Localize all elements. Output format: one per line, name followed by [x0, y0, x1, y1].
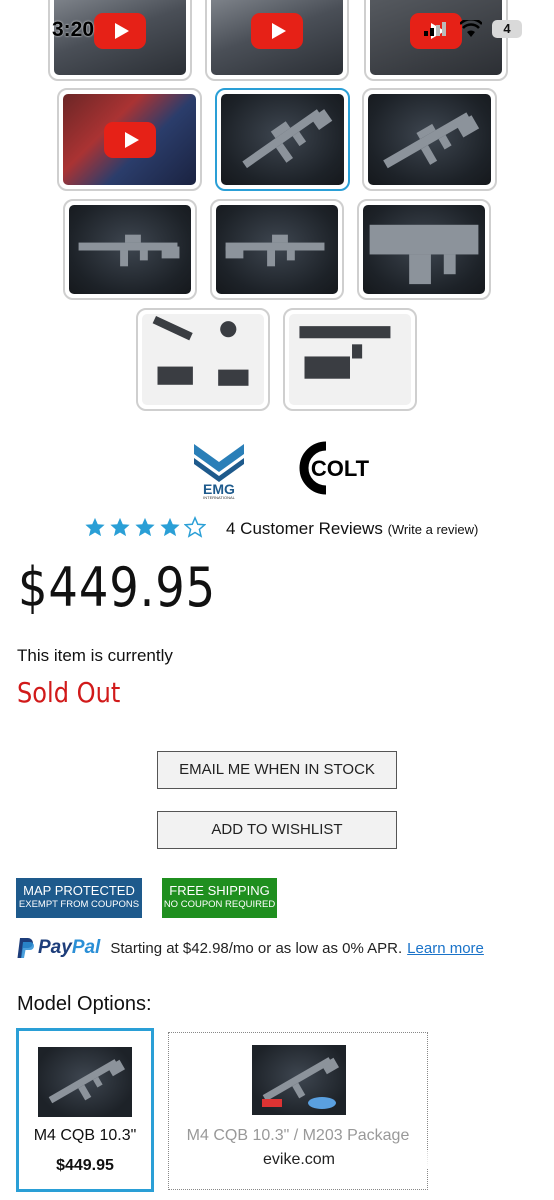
gallery-thumb[interactable] — [210, 199, 344, 300]
cellular-signal-icon — [424, 22, 446, 36]
star-filled-icon — [110, 517, 130, 537]
model-option-name: M4 CQB 10.3" / M203 Package — [186, 1127, 410, 1144]
status-bar: 3:20 4 — [0, 0, 554, 60]
model-option-image — [38, 1047, 132, 1117]
model-option-selected[interactable]: M4 CQB 10.3" $449.95 — [16, 1028, 154, 1192]
star-filled-icon — [160, 517, 180, 537]
star-empty-icon — [184, 516, 206, 538]
availability-status: Sold Out — [17, 676, 121, 709]
reviews-count[interactable]: 4 Customer Reviews — [226, 519, 383, 538]
paypal-terms: Starting at $42.98/mo or as low as 0% AP… — [110, 939, 403, 957]
product-price: $449.95 — [18, 556, 217, 619]
gallery-thumb[interactable] — [362, 88, 497, 191]
paypal-icon — [17, 938, 34, 958]
paypal-learn-more-link[interactable]: Learn more — [407, 940, 484, 957]
reviews-summary[interactable]: 4 Customer Reviews (Write a review) — [226, 519, 478, 539]
free-shipping-badge: FREE SHIPPING NO COUPON REQUIRED — [162, 878, 277, 918]
status-time: 3:20 — [52, 18, 95, 41]
gallery-thumb-selected[interactable] — [215, 88, 350, 191]
write-review-link[interactable]: (Write a review) — [388, 522, 479, 537]
gallery-thumb[interactable] — [63, 199, 197, 300]
gallery-thumb[interactable] — [136, 308, 270, 411]
star-rating[interactable] — [84, 516, 206, 538]
gallery-thumb[interactable] — [283, 308, 417, 411]
star-filled-icon — [135, 517, 155, 537]
email-when-in-stock-button[interactable]: EMAIL ME WHEN IN STOCK — [157, 751, 397, 789]
model-option[interactable]: M4 CQB 10.3" / M203 Package evike.com — [168, 1032, 429, 1190]
model-option-image — [252, 1045, 346, 1115]
parts-image — [299, 326, 391, 379]
model-option-name: M4 CQB 10.3" — [33, 1127, 137, 1144]
colt-logo: COLT — [299, 441, 370, 495]
emg-logo: EMG INTERNATIONAL — [194, 444, 244, 500]
map-protected-badge: MAP PROTECTED EXEMPT FROM COUPONS — [16, 878, 142, 918]
add-to-wishlist-button[interactable]: ADD TO WISHLIST — [157, 811, 397, 849]
evike-watermark: evike.com — [169, 1151, 429, 1169]
availability-label: This item is currently — [17, 646, 173, 665]
gallery-video-thumb-4[interactable] — [57, 88, 202, 191]
paypal-wordmark: PayPal — [38, 937, 101, 958]
rifle-image — [242, 109, 333, 169]
rifle-image — [225, 234, 325, 267]
wifi-icon — [460, 20, 482, 37]
gallery-thumb[interactable] — [357, 199, 491, 300]
receiver-closeup-image — [369, 224, 479, 285]
star-filled-icon — [85, 517, 105, 537]
rifle-image — [383, 112, 480, 169]
model-option-price: $449.95 — [56, 1157, 114, 1174]
model-options-title: Model Options: — [17, 993, 152, 1015]
rifle-image — [78, 234, 180, 267]
play-icon — [103, 121, 156, 158]
paypal-financing: PayPal Starting at $42.98/mo or as low a… — [16, 937, 484, 959]
svg-text:INTERNATIONAL: INTERNATIONAL — [203, 495, 235, 500]
parts-image — [152, 315, 249, 386]
battery-icon: 4 — [492, 20, 522, 38]
svg-text:COLT: COLT — [311, 456, 370, 481]
